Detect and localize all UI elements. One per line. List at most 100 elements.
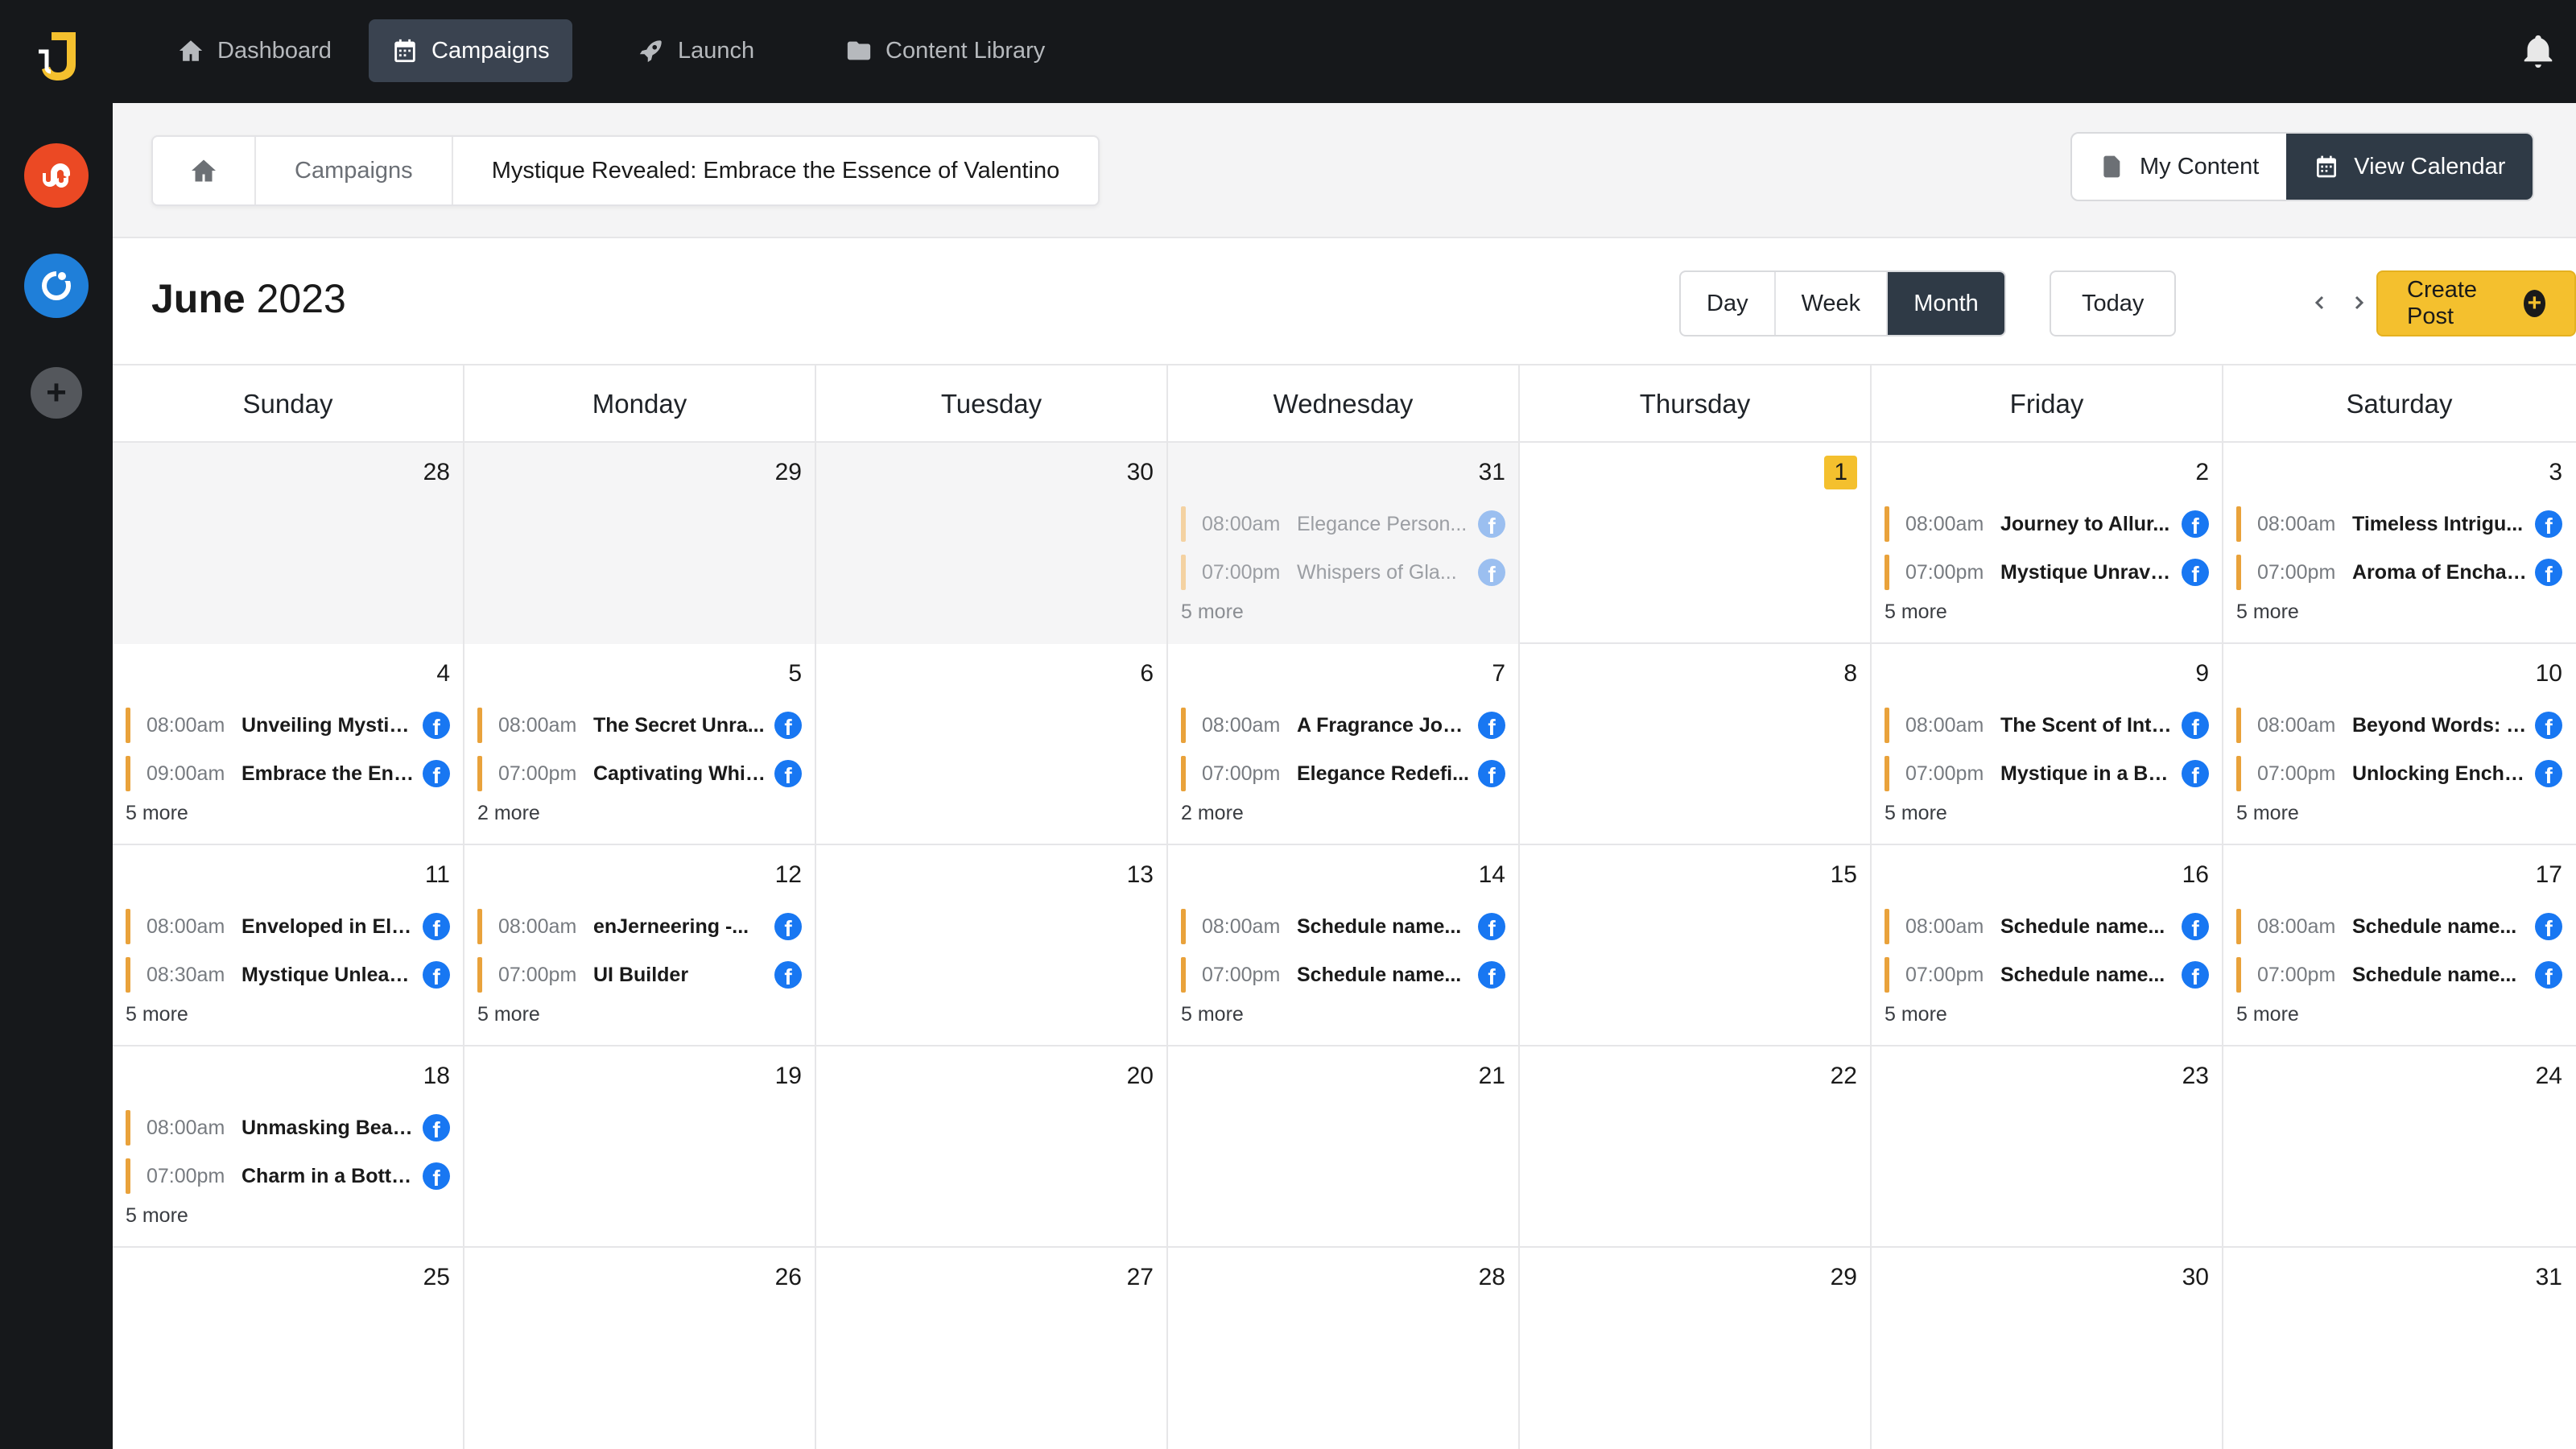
more-posts-link[interactable]: 5 more bbox=[477, 1003, 802, 1026]
day-cell[interactable]: 27 bbox=[816, 1248, 1168, 1449]
scheduled-post[interactable]: 07:00pm UI Builder f bbox=[477, 956, 802, 993]
day-cell[interactable]: 29 bbox=[1520, 1248, 1872, 1449]
day-cell[interactable]: 28 bbox=[113, 443, 464, 644]
view-week-button[interactable]: Week bbox=[1776, 272, 1889, 335]
day-cell[interactable]: 26 bbox=[464, 1248, 816, 1449]
view-day-button[interactable]: Day bbox=[1681, 272, 1776, 335]
scheduled-post[interactable]: 08:00am The Secret Unra... f bbox=[477, 707, 802, 744]
day-cell[interactable]: 5 08:00am The Secret Unra... f 07:00pm Captiv… bbox=[464, 644, 816, 845]
scheduled-post[interactable]: 08:00am Unveiling Mystiq... f bbox=[126, 707, 450, 744]
day-cell[interactable]: 29 bbox=[464, 443, 816, 644]
nav-content-library[interactable]: Content Library bbox=[823, 19, 1067, 82]
prev-month-button[interactable] bbox=[2304, 287, 2336, 319]
more-posts-link[interactable]: 5 more bbox=[126, 1204, 450, 1228]
day-cell[interactable]: 13 bbox=[816, 845, 1168, 1046]
scheduled-post[interactable]: 09:00am Embrace the Eni... f bbox=[126, 755, 450, 792]
day-cell[interactable]: 22 bbox=[1520, 1046, 1872, 1248]
day-cell[interactable]: 23 bbox=[1872, 1046, 2223, 1248]
day-cell[interactable]: 24 bbox=[2223, 1046, 2575, 1248]
day-cell[interactable]: 15 bbox=[1520, 845, 1872, 1046]
day-cell[interactable]: 28 bbox=[1168, 1248, 1520, 1449]
create-post-button[interactable]: Create Post + bbox=[2376, 270, 2576, 336]
nav-campaigns[interactable]: Campaigns bbox=[369, 19, 572, 82]
view-calendar-button[interactable]: View Calendar bbox=[2286, 134, 2533, 200]
day-cell[interactable]: 20 bbox=[816, 1046, 1168, 1248]
scheduled-post[interactable]: 08:00am Schedule name... f bbox=[2236, 908, 2562, 945]
more-posts-link[interactable]: 2 more bbox=[477, 802, 802, 825]
more-posts-link[interactable]: 5 more bbox=[2236, 802, 2562, 825]
day-cell[interactable]: 30 bbox=[1872, 1248, 2223, 1449]
more-posts-link[interactable]: 5 more bbox=[1885, 802, 2209, 825]
more-posts-link[interactable]: 5 more bbox=[1181, 1003, 1505, 1026]
day-cell[interactable]: 21 bbox=[1168, 1046, 1520, 1248]
day-cell[interactable]: 6 bbox=[816, 644, 1168, 845]
day-cell[interactable]: 17 08:00am Schedule name... f 07:00pm Schedul… bbox=[2223, 845, 2575, 1046]
brand-logo[interactable] bbox=[34, 27, 79, 84]
nav-dashboard[interactable]: Dashboard bbox=[155, 19, 354, 82]
day-cell[interactable]: 18 08:00am Unmasking Beau... f 07:00pm Charm … bbox=[113, 1046, 464, 1248]
nav-launch[interactable]: Launch bbox=[615, 19, 777, 82]
stumbleupon-icon[interactable] bbox=[24, 143, 89, 208]
more-posts-link[interactable]: 2 more bbox=[1181, 802, 1505, 825]
scheduled-post[interactable]: 08:00am Beyond Words: E... f bbox=[2236, 707, 2562, 744]
day-cell[interactable]: 31 08:00am Elegance Person... f 07:00pm Whisp… bbox=[1168, 443, 1520, 644]
day-cell[interactable]: 16 08:00am Schedule name... f 07:00pm Schedul… bbox=[1872, 845, 2223, 1046]
day-cell[interactable]: 1 bbox=[1520, 443, 1872, 644]
scheduled-post[interactable]: 07:00pm Schedule name... f bbox=[2236, 956, 2562, 993]
view-month-button[interactable]: Month bbox=[1888, 272, 2004, 335]
scheduled-post[interactable]: 07:00pm Elegance Redefi... f bbox=[1181, 755, 1505, 792]
scheduled-post[interactable]: 08:00am Journey to Allur... f bbox=[1885, 506, 2209, 543]
day-cell[interactable]: 11 08:00am Enveloped in Ele... f 08:30am Myst… bbox=[113, 845, 464, 1046]
scheduled-post[interactable]: 07:00pm Schedule name... f bbox=[1885, 956, 2209, 993]
more-posts-link[interactable]: 5 more bbox=[1885, 1003, 2209, 1026]
more-posts-link[interactable]: 5 more bbox=[126, 802, 450, 825]
day-cell[interactable]: 4 08:00am Unveiling Mystiq... f 09:00am Embra… bbox=[113, 644, 464, 845]
more-posts-link[interactable]: 5 more bbox=[1181, 601, 1505, 624]
day-cell[interactable]: 2 08:00am Journey to Allur... f 07:00pm Mysti… bbox=[1872, 443, 2223, 644]
breadcrumb-home[interactable] bbox=[153, 137, 256, 204]
scheduled-post[interactable]: 07:00pm Schedule name... f bbox=[1181, 956, 1505, 993]
day-cell[interactable]: 3 08:00am Timeless Intrigu... f 07:00pm Aroma… bbox=[2223, 443, 2575, 644]
facebook-icon: f bbox=[2182, 712, 2209, 739]
scheduled-post[interactable]: 08:00am Timeless Intrigu... f bbox=[2236, 506, 2562, 543]
scheduled-post[interactable]: 08:30am Mystique Unleas... f bbox=[126, 956, 450, 993]
more-posts-link[interactable]: 5 more bbox=[126, 1003, 450, 1026]
more-posts-link[interactable]: 5 more bbox=[2236, 1003, 2562, 1026]
my-content-button[interactable]: My Content bbox=[2072, 134, 2286, 200]
next-month-button[interactable] bbox=[2343, 287, 2375, 319]
day-cell[interactable]: 7 08:00am A Fragrance Jou... f 07:00pm Elegan… bbox=[1168, 644, 1520, 845]
day-cell[interactable]: 10 08:00am Beyond Words: E... f 07:00pm Unloc… bbox=[2223, 644, 2575, 845]
more-posts-link[interactable]: 5 more bbox=[2236, 601, 2562, 624]
scheduled-post[interactable]: 08:00am A Fragrance Jou... f bbox=[1181, 707, 1505, 744]
day-cell[interactable]: 14 08:00am Schedule name... f 07:00pm Schedul… bbox=[1168, 845, 1520, 1046]
scheduled-post[interactable]: 07:00pm Unlocking Encha... f bbox=[2236, 755, 2562, 792]
scheduled-post[interactable]: 08:00am Schedule name... f bbox=[1181, 908, 1505, 945]
scheduled-post[interactable]: 08:00am Schedule name... f bbox=[1885, 908, 2209, 945]
add-app-button[interactable]: + bbox=[31, 367, 82, 419]
day-cell[interactable]: 30 bbox=[816, 443, 1168, 644]
scheduled-post[interactable]: 08:00am The Scent of Intr... f bbox=[1885, 707, 2209, 744]
breadcrumb-campaigns[interactable]: Campaigns bbox=[256, 137, 453, 204]
post-title: The Scent of Intr... bbox=[2000, 713, 2174, 737]
day-cell[interactable]: 12 08:00am enJerneering -... f 07:00pm UI Bui… bbox=[464, 845, 816, 1046]
more-posts-link[interactable]: 5 more bbox=[1885, 601, 2209, 624]
scheduled-post[interactable]: 07:00pm Aroma of Enchan... f bbox=[2236, 554, 2562, 591]
day-cell[interactable]: 19 bbox=[464, 1046, 816, 1248]
scheduled-post[interactable]: 07:00pm Mystique Unrave... f bbox=[1885, 554, 2209, 591]
scheduled-post[interactable]: 07:00pm Whispers of Gla... f bbox=[1181, 554, 1505, 591]
scheduled-post[interactable]: 08:00am enJerneering -... f bbox=[477, 908, 802, 945]
scheduled-post[interactable]: 08:00am Unmasking Beau... f bbox=[126, 1109, 450, 1146]
scheduled-post[interactable]: 07:00pm Mystique in a Bo... f bbox=[1885, 755, 2209, 792]
scheduled-post[interactable]: 08:00am Elegance Person... f bbox=[1181, 506, 1505, 543]
scheduled-post[interactable]: 07:00pm Captivating Whis... f bbox=[477, 755, 802, 792]
bell-icon[interactable] bbox=[2520, 32, 2557, 69]
day-cell[interactable]: 9 08:00am The Scent of Intr... f 07:00pm Myst… bbox=[1872, 644, 2223, 845]
day-cell[interactable]: 25 bbox=[113, 1248, 464, 1449]
month-grid: Sunday Monday Tuesday Wednesday Thursday… bbox=[113, 365, 2576, 1449]
app-icon[interactable] bbox=[24, 254, 89, 318]
day-cell[interactable]: 8 bbox=[1520, 644, 1872, 845]
scheduled-post[interactable]: 07:00pm Charm in a Bottle... f bbox=[126, 1158, 450, 1195]
scheduled-post[interactable]: 08:00am Enveloped in Ele... f bbox=[126, 908, 450, 945]
today-button[interactable]: Today bbox=[2050, 270, 2177, 336]
day-cell[interactable]: 31 bbox=[2223, 1248, 2575, 1449]
